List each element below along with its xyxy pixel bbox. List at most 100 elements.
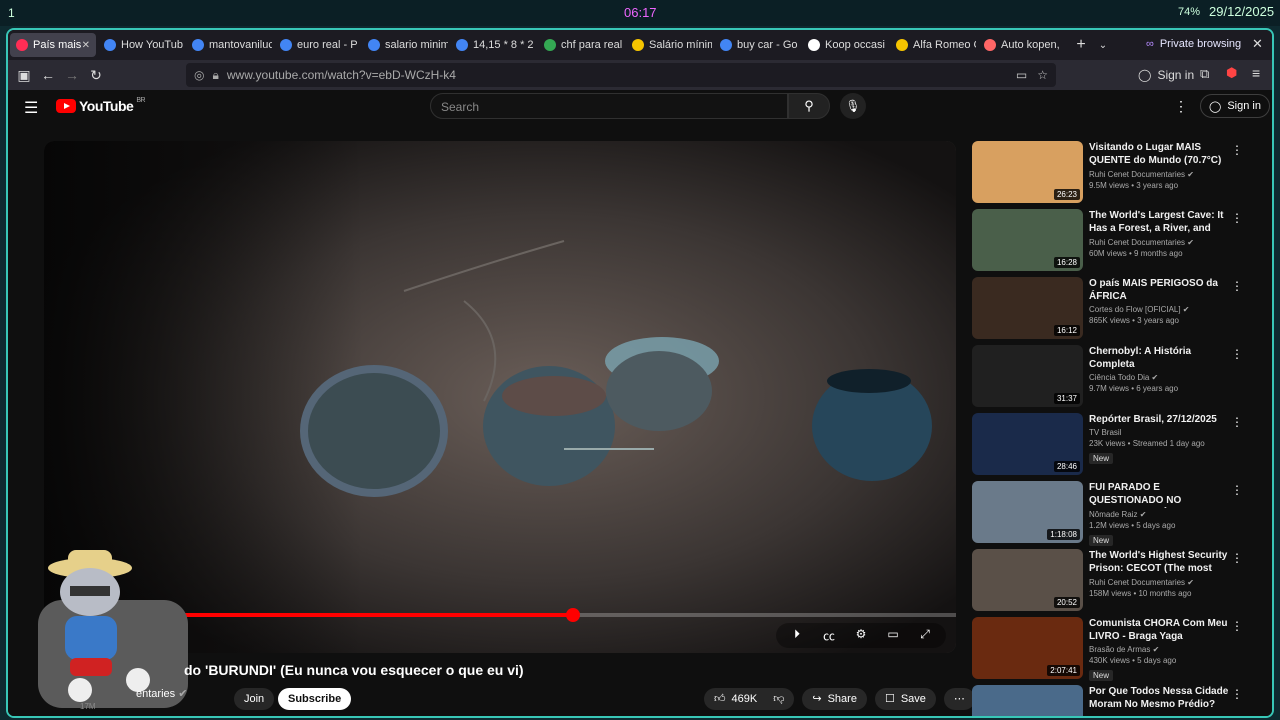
recommended-video[interactable]: 16:12 O país MAIS PERIGOSO da ÁFRICA Corte… xyxy=(972,277,1262,345)
shield-icon[interactable]: ◎ xyxy=(194,68,204,82)
voice-search-icon[interactable]: 🎙︎ xyxy=(840,93,866,119)
recommended-video[interactable]: Por Que Todos Nessa Cidade Moram No Mesm… xyxy=(972,685,1262,716)
recommended-video[interactable]: 26:23 Visitando o Lugar MAIS QUENTE do Mu… xyxy=(972,141,1262,209)
browser-tab[interactable]: Alfa Romeo G xyxy=(890,33,976,57)
video-menu-icon[interactable]: ⋮ xyxy=(1231,551,1243,565)
video-title[interactable]: Por Que Todos Nessa Cidade Moram No Mesm… xyxy=(1089,685,1229,711)
video-meta: 60M views • 9 months ago xyxy=(1089,249,1183,258)
captions-icon[interactable]: ㏄ xyxy=(818,627,840,644)
url-bar[interactable]: ◎ 🔒︎ www.youtube.com/watch?v=ebD-WCzH-k4… xyxy=(186,63,1056,87)
more-options-icon[interactable]: ⋮ xyxy=(1174,98,1188,115)
autoplay-toggle-icon[interactable]: ⏵ xyxy=(786,627,808,644)
guide-menu-icon[interactable]: ☰ xyxy=(24,98,38,118)
video-menu-icon[interactable]: ⋮ xyxy=(1231,415,1243,429)
video-thumbnail[interactable]: 2:07:41 xyxy=(972,617,1083,679)
video-menu-icon[interactable]: ⋮ xyxy=(1231,347,1243,361)
video-title[interactable]: FUI PARADO E QUESTIONADO NO INTERIOR DO … xyxy=(1089,481,1229,508)
video-title[interactable]: The World's Highest Security Prison: CEC… xyxy=(1089,549,1229,576)
app-menu-icon[interactable]: ≡ xyxy=(1252,65,1260,81)
window-close-icon[interactable]: ✕ xyxy=(1252,36,1263,52)
subscribe-button[interactable]: Subscribe xyxy=(278,688,352,710)
video-menu-icon[interactable]: ⋮ xyxy=(1231,483,1243,497)
recommended-video[interactable]: 28:46 Repórter Brasil, 27/12/2025 TV Brasi… xyxy=(972,413,1262,481)
channel-name[interactable]: Cortes do Flow [OFICIAL] ✔ xyxy=(1089,305,1229,314)
save-button[interactable]: ☐ Save xyxy=(874,688,936,710)
more-actions-button[interactable]: ⋯ xyxy=(943,688,975,710)
recommended-video[interactable]: 1:18:08 FUI PARADO E QUESTIONADO NO INTER… xyxy=(972,481,1262,549)
video-thumbnail[interactable]: 16:28 xyxy=(972,209,1083,271)
video-title[interactable]: The World's Largest Cave: It Has a Fores… xyxy=(1089,209,1229,236)
lock-icon[interactable]: 🔒︎ xyxy=(212,68,218,83)
recommended-video[interactable]: 20:52 The World's Highest Security Prison… xyxy=(972,549,1262,617)
video-meta: 430K views • 5 days ago xyxy=(1089,656,1177,665)
recommended-video[interactable]: 2:07:41 Comunista CHORA Com Meu LIVRO - B… xyxy=(972,617,1262,685)
reload-icon[interactable]: ↻ xyxy=(84,67,108,84)
browser-tab[interactable]: How YouTub xyxy=(98,33,184,57)
video-thumbnail[interactable]: 28:46 xyxy=(972,413,1083,475)
browser-tab[interactable]: País mais ✕ xyxy=(10,33,96,57)
share-button[interactable]: ↪ Share xyxy=(802,688,867,710)
browser-tab[interactable]: 14,15 * 8 * 2 xyxy=(450,33,536,57)
video-title[interactable]: O país MAIS PERIGOSO da ÁFRICA xyxy=(1089,277,1229,303)
video-menu-icon[interactable]: ⋮ xyxy=(1231,279,1243,293)
video-info: Visitando o Lugar MAIS QUENTE do Mundo (… xyxy=(1089,141,1229,190)
channel-name[interactable]: Ruhi Cenet Documentaries ✔ xyxy=(1089,170,1229,179)
channel-name[interactable]: Ciência Todo Dia ✔ xyxy=(1089,373,1229,382)
browser-tab[interactable]: Auto kopen, xyxy=(978,33,1064,57)
browser-tab[interactable]: Salário mínim xyxy=(626,33,712,57)
join-button[interactable]: Join xyxy=(234,688,275,710)
browser-tab[interactable]: buy car - Go xyxy=(714,33,800,57)
settings-gear-icon[interactable]: ⚙ xyxy=(850,627,872,644)
workspace-indicator[interactable]: 1 xyxy=(8,6,15,20)
picture-in-picture-icon[interactable]: ▭ xyxy=(1016,68,1027,82)
video-thumbnail[interactable]: 31:37 xyxy=(972,345,1083,407)
recommended-video[interactable]: 16:28 The World's Largest Cave: It Has a … xyxy=(972,209,1262,277)
tab-list-chevron-icon[interactable]: ⌄ xyxy=(1092,40,1114,51)
browser-signin-button[interactable]: ◯ Sign in xyxy=(1138,68,1194,82)
back-icon[interactable]: ← xyxy=(36,67,60,83)
video-menu-icon[interactable]: ⋮ xyxy=(1231,687,1243,701)
browser-tab[interactable]: euro real - P xyxy=(274,33,360,57)
thumbs-down-icon[interactable]: 👎︎ xyxy=(773,688,784,710)
extensions-icon[interactable]: ⧉ xyxy=(1200,66,1209,82)
video-menu-icon[interactable]: ⋮ xyxy=(1231,143,1243,157)
browser-tab[interactable]: chf para real xyxy=(538,33,624,57)
scrubber-knob[interactable] xyxy=(565,608,580,622)
youtube-logo[interactable]: YouTube BR xyxy=(56,97,146,114)
fullscreen-icon[interactable]: ⤢ xyxy=(914,627,936,644)
browser-tab[interactable]: mantovaniluc xyxy=(186,33,272,57)
duration-badge: 1:18:08 xyxy=(1047,529,1080,540)
channel-name[interactable]: Brasão de Armas ✔ xyxy=(1089,645,1229,654)
video-menu-icon[interactable]: ⋮ xyxy=(1231,211,1243,225)
new-tab-button[interactable]: + xyxy=(1070,36,1092,54)
video-thumbnail[interactable] xyxy=(972,685,1083,716)
video-thumbnail[interactable]: 16:12 xyxy=(972,277,1083,339)
sidebar-toggle-icon[interactable]: ▣ xyxy=(12,67,36,84)
search-input[interactable]: Search xyxy=(430,93,788,119)
theater-mode-icon[interactable]: ▭ xyxy=(882,627,904,644)
channel-name[interactable]: Ruhi Cenet Documentaries ✔ xyxy=(1089,578,1229,587)
browser-tab[interactable]: Koop occasi xyxy=(802,33,888,57)
like-button[interactable]: 👍︎ 469K 👎︎ xyxy=(704,688,795,710)
video-title[interactable]: Visitando o Lugar MAIS QUENTE do Mundo (… xyxy=(1089,141,1229,168)
video-title[interactable]: Comunista CHORA Com Meu LIVRO - Braga Ya… xyxy=(1089,617,1229,643)
video-thumbnail[interactable]: 20:52 xyxy=(972,549,1083,611)
video-title[interactable]: Chernobyl: A História Completa xyxy=(1089,345,1229,371)
channel-name[interactable]: entaries ✔ xyxy=(136,687,187,700)
forward-icon[interactable]: → xyxy=(60,67,84,83)
ublock-icon[interactable]: ⬢ xyxy=(1226,65,1237,81)
channel-name[interactable]: TV Brasil xyxy=(1089,428,1229,437)
recommended-video[interactable]: 31:37 Chernobyl: A História Completa Ciênc… xyxy=(972,345,1262,413)
video-thumbnail[interactable]: 1:18:08 xyxy=(972,481,1083,543)
channel-name[interactable]: Nômade Raiz ✔ xyxy=(1089,510,1229,519)
url-text[interactable]: www.youtube.com/watch?v=ebD-WCzH-k4 xyxy=(227,68,456,82)
browser-tab[interactable]: salario minim xyxy=(362,33,448,57)
tab-close-icon[interactable]: ✕ xyxy=(82,40,90,51)
search-button[interactable]: ⚲ xyxy=(788,93,830,119)
youtube-signin-button[interactable]: ◯ Sign in xyxy=(1200,94,1270,118)
video-thumbnail[interactable]: 26:23 xyxy=(972,141,1083,203)
channel-name[interactable]: Ruhi Cenet Documentaries ✔ xyxy=(1089,238,1229,247)
bookmark-star-icon[interactable]: ☆ xyxy=(1037,68,1048,82)
video-menu-icon[interactable]: ⋮ xyxy=(1231,619,1243,633)
video-title[interactable]: Repórter Brasil, 27/12/2025 xyxy=(1089,413,1229,426)
